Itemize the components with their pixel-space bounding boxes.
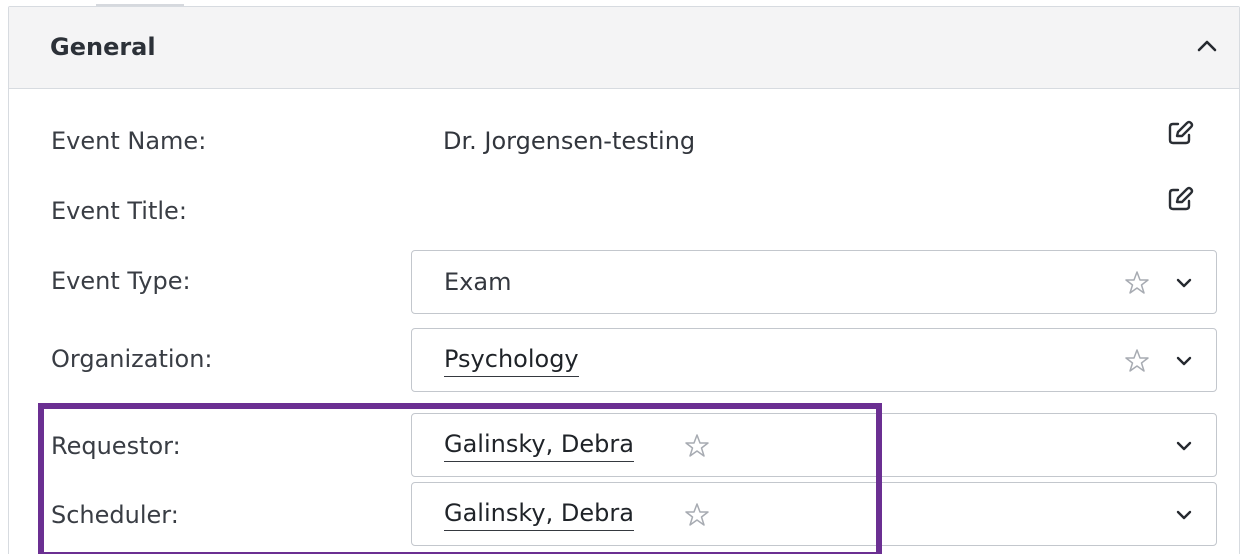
scheduler-dropdown-button[interactable] [1172,503,1196,527]
organization-value[interactable]: Psychology [444,344,579,377]
event-type-value: Exam [444,268,512,296]
requestor-value[interactable]: Galinsky, Debra [444,429,634,462]
chevron-up-icon [1197,40,1217,52]
event-type-dropdown-button[interactable] [1172,271,1196,295]
general-section-header[interactable]: General [9,7,1239,89]
edit-icon [1168,120,1194,145]
favorite-organization-button[interactable] [1122,346,1152,376]
chevron-down-icon [1176,278,1192,288]
event-name-label: Event Name: [51,127,207,155]
general-section-panel: General Event Name: Dr. Jorgensen-testin… [8,6,1240,554]
edit-event-name-button[interactable] [1164,117,1196,149]
scheduler-value[interactable]: Galinsky, Debra [444,498,634,531]
event-name-value: Dr. Jorgensen-testing [443,127,696,155]
scheduler-label: Scheduler: [51,501,179,529]
star-icon [685,434,709,457]
event-form-screen: General Event Name: Dr. Jorgensen-testin… [0,0,1241,554]
favorite-scheduler-button[interactable] [682,500,712,530]
star-icon [1125,271,1149,294]
collapse-section-button[interactable] [1191,31,1223,63]
section-title: General [50,33,156,61]
organization-dropdown-button[interactable] [1172,349,1196,373]
requestor-select[interactable]: Galinsky, Debra [411,413,1217,477]
chevron-down-icon [1176,441,1192,451]
organization-label: Organization: [51,345,213,373]
edit-event-title-button[interactable] [1164,183,1196,215]
star-icon [685,503,709,526]
edit-icon [1168,186,1194,211]
requestor-dropdown-button[interactable] [1172,434,1196,458]
requestor-label: Requestor: [51,432,181,460]
event-type-label: Event Type: [51,267,191,295]
favorite-event-type-button[interactable] [1122,268,1152,298]
scheduler-select[interactable]: Galinsky, Debra [411,482,1217,546]
chevron-down-icon [1176,356,1192,366]
organization-select[interactable]: Psychology [411,328,1217,392]
event-title-label: Event Title: [51,197,187,225]
star-icon [1125,349,1149,372]
chevron-down-icon [1176,510,1192,520]
event-type-select[interactable]: Exam [411,250,1217,314]
favorite-requestor-button[interactable] [682,431,712,461]
